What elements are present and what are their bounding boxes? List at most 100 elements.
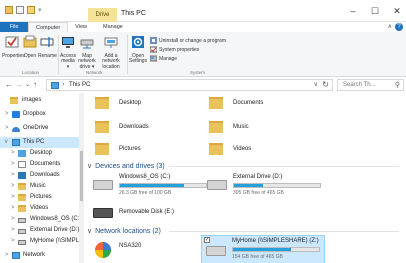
this-pc-icon	[51, 82, 59, 89]
rename-button[interactable]: Rename	[38, 35, 57, 59]
quick-access-folder-icon[interactable]	[5, 6, 13, 14]
nav-item-desktop[interactable]: > Desktop	[0, 148, 80, 159]
expand-chevron-icon[interactable]: >	[5, 109, 9, 120]
forward-button[interactable]: →	[15, 80, 23, 89]
drive-item-c[interactable]: Windows8_OS (C:) 26.3 GB free of 100 GB	[89, 172, 209, 202]
nav-item-music[interactable]: > Music	[0, 181, 80, 192]
access-media-icon	[62, 37, 74, 48]
properties-button[interactable]: Properties	[2, 35, 25, 59]
section-title: Network locations (2)	[95, 228, 161, 235]
search-placeholder: Search Th...	[343, 82, 376, 88]
expand-chevron-icon[interactable]: >	[5, 250, 9, 261]
network-item-myhome[interactable]: ✓ MyHome (\\SIMPLESHARE) (Z:) 154 GB fre…	[201, 235, 325, 263]
map-network-drive-button[interactable]: Map network drive ▾	[77, 35, 97, 70]
drive-name: Windows8_OS (C:)	[119, 174, 171, 180]
close-button[interactable]: ✕	[388, 4, 406, 18]
nav-item-images[interactable]: images	[0, 95, 80, 106]
maximize-button[interactable]: ☐	[366, 4, 384, 18]
nav-item-windows8-os[interactable]: > Windows8_OS (C:)	[0, 214, 80, 225]
nav-item-this-pc[interactable]: ∨ This PC	[0, 137, 80, 148]
folder-item-documents[interactable]: Documents	[203, 93, 303, 117]
nav-item-network[interactable]: > Network	[0, 250, 80, 261]
expand-chevron-icon[interactable]: >	[11, 181, 15, 192]
help-icon[interactable]: ?	[395, 23, 403, 31]
tab-manage[interactable]: Manage	[96, 22, 130, 32]
folder-item-desktop[interactable]: Desktop	[89, 93, 189, 117]
open-settings-button[interactable]: Open Settings	[129, 35, 147, 65]
nav-item-label: Desktop	[30, 150, 53, 156]
nav-item-documents[interactable]: > Documents	[0, 159, 80, 170]
folder-item-pictures[interactable]: Pictures	[89, 139, 189, 163]
file-explorer-window: ▾ Drive Tools This PC – ☐ ✕ File Compute…	[0, 0, 406, 263]
nav-item-label: Network	[23, 252, 46, 258]
nav-item-downloads[interactable]: > Downloads	[0, 170, 80, 181]
drive-item-d[interactable]: External Drive (D:) 305 GB free of 465 G…	[203, 172, 323, 202]
folder-item-music[interactable]: Music	[203, 117, 303, 141]
refresh-button[interactable]: ↻	[322, 80, 329, 89]
address-box[interactable]: › This PC ∨ ↻	[46, 79, 333, 91]
drive-item-e[interactable]: Removable Disk (E:)	[89, 200, 209, 230]
uninstall-program-icon	[150, 37, 157, 44]
music-folder-icon	[209, 121, 223, 133]
minimize-button[interactable]: –	[344, 4, 362, 18]
network-item-nsa320[interactable]: NSA320	[89, 237, 209, 263]
pictures-icon	[18, 194, 26, 201]
folder-name: Music	[233, 124, 249, 130]
expand-chevron-icon[interactable]: >	[5, 123, 9, 134]
add-network-location-button[interactable]: Add a network location	[98, 35, 124, 70]
access-media-button[interactable]: Access media ▾	[60, 35, 76, 70]
system-properties-button[interactable]: System properties	[150, 46, 199, 53]
system-properties-icon	[150, 46, 157, 53]
open-button[interactable]: Open	[22, 35, 38, 59]
this-pc-icon	[12, 139, 20, 146]
network-locations-header[interactable]: ∨ Network locations (2)	[87, 227, 399, 235]
breadcrumb-separator-icon[interactable]: ›	[62, 81, 64, 88]
nav-item-onedrive[interactable]: > OneDrive	[0, 123, 80, 134]
collapse-chevron-icon[interactable]: ∨	[4, 137, 8, 148]
back-button[interactable]: ←	[5, 80, 13, 89]
devices-and-drives-header[interactable]: ∨ Devices and drives (3)	[87, 162, 399, 170]
search-box[interactable]: Search Th... ⚲	[337, 79, 404, 91]
uninstall-program-button[interactable]: Uninstall or change a program	[150, 37, 226, 44]
nav-item-myhome[interactable]: > MyHome (\\SIMPLE	[0, 236, 80, 247]
nav-item-label: Music	[30, 183, 46, 189]
up-button[interactable]: ↑	[33, 80, 37, 89]
scrollbar-thumb[interactable]	[80, 151, 83, 201]
expand-chevron-icon[interactable]: >	[11, 203, 15, 214]
section-collapse-icon[interactable]: ∨	[87, 163, 92, 170]
dropbox-icon	[12, 111, 20, 118]
expand-chevron-icon[interactable]: >	[11, 225, 15, 236]
tab-file[interactable]: File	[0, 22, 28, 32]
expand-chevron-icon[interactable]: >	[11, 236, 15, 247]
tab-view[interactable]: View	[68, 22, 94, 32]
open-settings-label: Open Settings	[129, 52, 148, 64]
address-path[interactable]: This PC	[69, 82, 90, 88]
expand-chevron-icon[interactable]: >	[11, 159, 15, 170]
tab-computer[interactable]: Computer	[28, 22, 69, 32]
nav-item-pictures[interactable]: > Pictures	[0, 192, 80, 203]
nav-pane-scrollbar[interactable]	[79, 93, 84, 263]
quick-access-new-folder-icon[interactable]	[27, 6, 35, 14]
recent-locations-button[interactable]: ⌄	[25, 81, 30, 88]
folder-item-videos[interactable]: Videos	[203, 139, 303, 163]
location-group-label: Location	[22, 70, 40, 75]
expand-chevron-icon[interactable]: >	[11, 214, 15, 225]
videos-icon	[18, 205, 26, 212]
expand-chevron-icon[interactable]: >	[11, 192, 15, 203]
manage-button[interactable]: Manage	[150, 55, 177, 62]
quick-access-customize-icon[interactable]: ▾	[38, 6, 42, 14]
section-collapse-icon[interactable]: ∨	[87, 228, 92, 235]
collapse-ribbon-icon[interactable]: ∧	[388, 23, 392, 30]
expand-chevron-icon[interactable]: >	[11, 170, 15, 181]
drive-tools-context-tab[interactable]: Drive Tools	[88, 8, 117, 32]
nav-item-videos[interactable]: > Videos	[0, 203, 80, 214]
address-dropdown-icon[interactable]: ∨	[314, 81, 318, 88]
add-network-location-label: Add a network location	[102, 52, 120, 70]
ribbon-separator	[58, 35, 59, 74]
quick-access-properties-icon[interactable]	[16, 6, 24, 14]
selection-checkbox[interactable]: ✓	[204, 237, 210, 243]
nav-item-dropbox[interactable]: > Dropbox	[0, 109, 80, 120]
expand-chevron-icon[interactable]: >	[11, 148, 15, 159]
nav-item-external-drive[interactable]: > External Drive (D:)	[0, 225, 80, 236]
folder-item-downloads[interactable]: Downloads	[89, 117, 189, 141]
